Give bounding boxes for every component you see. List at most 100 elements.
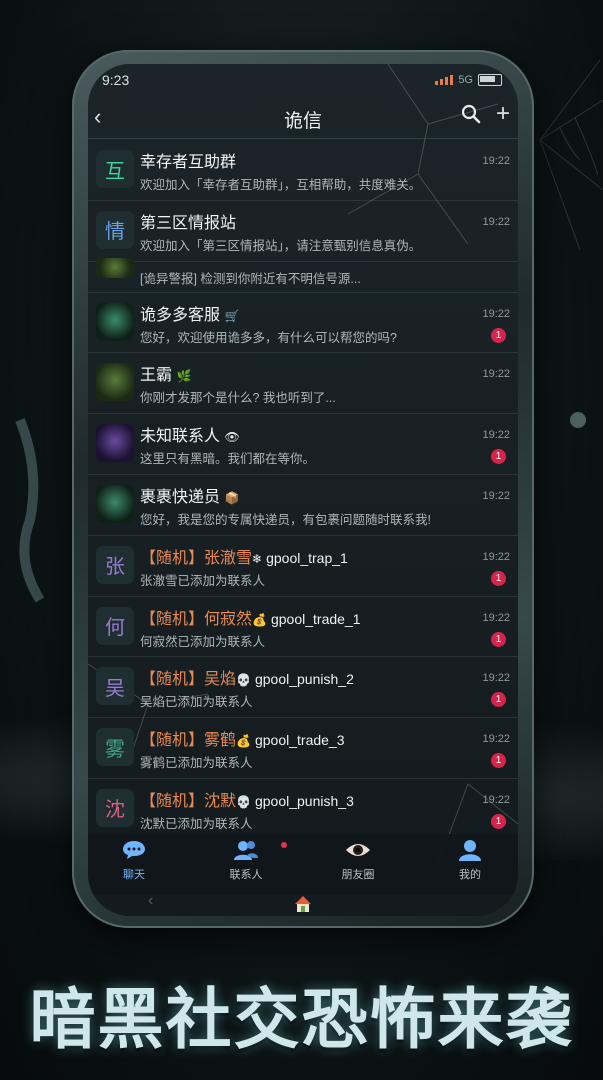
money-bag-icon: 💰	[236, 734, 251, 749]
money-bag-icon: 💰	[252, 612, 267, 627]
chat-name: 【随机】雾鹤💰 gpool_trade_3	[140, 732, 345, 750]
chat-row[interactable]: 沈 【随机】沈默💀 gpool_punish_3 沈默已添加为联系人 19:22 …	[88, 779, 518, 840]
tab-contacts[interactable]: 联系人	[216, 838, 287, 882]
chat-row[interactable]: 张 【随机】张澈雪❄ gpool_trap_1 张澈雪已添加为联系人 19:22 …	[88, 536, 518, 597]
signal-icon	[435, 75, 454, 85]
battery-icon	[478, 74, 502, 86]
avatar	[96, 363, 134, 402]
unread-badge: 1	[491, 327, 506, 343]
chat-name: 【随机】何寂然💰 gpool_trade_1	[140, 610, 361, 628]
chat-preview: 沈默已添加为联系人	[140, 816, 253, 831]
chat-row[interactable]: 吴 【随机】吴焰💀 gpool_punish_2 吴焰已添加为联系人 19:22 …	[88, 657, 518, 719]
avatar: 互	[96, 150, 134, 188]
chat-preview: 您好，欢迎使用诡多多，有什么可以帮您的吗?	[140, 330, 397, 345]
chat-name: 第三区情报站	[140, 214, 237, 232]
chat-name: 王霸 🌿	[140, 367, 192, 385]
page-title: 诡信	[283, 111, 322, 132]
nav-back-icon[interactable]: ‹	[148, 892, 153, 910]
avatar: 雾	[96, 728, 134, 767]
leaf-icon: 🌿	[176, 369, 192, 384]
chat-row[interactable]: 何 【随机】何寂然💰 gpool_trade_1 何寂然已添加为联系人 19:22…	[88, 597, 518, 658]
tab-moments[interactable]: 朋友圈	[328, 838, 388, 882]
network-label: 5G	[458, 74, 473, 86]
search-icon[interactable]	[460, 103, 482, 125]
chat-row[interactable]: 未知联系人 👁 这里只有黑暗。我们都在等你。 19:22 1	[88, 414, 518, 475]
skull-icon: 💀	[236, 673, 251, 688]
chat-time: 19:22	[482, 733, 510, 746]
avatar: 沈	[96, 788, 134, 827]
chat-preview: 欢迎加入「幸存者互助群」，互相帮助，共度难关。	[140, 178, 422, 192]
cart-icon: 🛒	[224, 308, 240, 323]
chat-row[interactable]: 裹裹快递员 📦 您好，我是您的专属快递员，有包裹问题随时联系我! 19:22	[88, 475, 518, 536]
avatar	[96, 257, 134, 278]
unread-badge: 1	[491, 570, 506, 586]
nav-bar: ‹ 诡信 +	[88, 98, 518, 139]
chat-preview: 你刚才发那个是什么? 我也听到了...	[140, 391, 336, 406]
tab-chat[interactable]: 聊天	[104, 838, 164, 882]
chat-time: 19:22	[482, 307, 510, 320]
avatar: 吴	[96, 667, 134, 706]
avatar	[96, 302, 134, 341]
chat-name: 【随机】张澈雪❄ gpool_trap_1	[140, 549, 348, 567]
chat-name: 【随机】沈默💀 gpool_punish_3	[140, 792, 354, 810]
avatar: 张	[96, 545, 134, 584]
skull-icon: 💀	[236, 794, 251, 809]
tab-label: 联系人	[229, 869, 263, 881]
unread-badge: 1	[491, 813, 506, 829]
chat-row[interactable]: 王霸 🌿 你刚才发那个是什么? 我也听到了... 19:22	[88, 353, 518, 415]
chat-time: 19:22	[482, 793, 510, 806]
chat-time: 19:22	[482, 368, 510, 381]
chat-name: 裹裹快递员 📦	[140, 488, 240, 506]
alert-row[interactable]: [诡异警报] 检测到你附近有不明信号源...	[88, 257, 518, 293]
chat-list: 互 幸存者互助群 欢迎加入「幸存者互助群」，互相帮助，共度难关。 19:22 情…	[88, 140, 518, 840]
eye-icon: 👁	[224, 430, 240, 445]
promo-slogan: 暗黑社交恐怖来袭	[29, 980, 574, 1058]
chat-time: 19:22	[482, 215, 510, 228]
tab-bar: 聊天 联系人 朋友圈 我的	[88, 834, 518, 894]
snowflake-icon: ❄	[252, 551, 263, 566]
chat-row[interactable]: 雾 【随机】雾鹤💰 gpool_trade_3 雾鹤已添加为联系人 19:22 1	[88, 718, 518, 779]
avatar	[96, 484, 134, 523]
chat-preview: 何寂然已添加为联系人	[140, 634, 266, 649]
status-time: 9:23	[102, 72, 130, 88]
unread-badge: 1	[491, 449, 506, 465]
chat-preview: 张澈雪已添加为联系人	[140, 573, 266, 588]
chat-time: 19:22	[482, 611, 510, 624]
chat-row[interactable]: 诡多多客服 🛒 您好，欢迎使用诡多多，有什么可以帮您的吗? 19:22 1	[88, 293, 518, 354]
system-nav-bar: ‹	[88, 892, 518, 916]
profile-icon	[459, 840, 481, 861]
chat-bubble-icon	[123, 841, 145, 859]
add-icon[interactable]: +	[496, 100, 510, 128]
tab-label: 我的	[459, 869, 481, 881]
chat-preview: 您好，我是您的专属快递员，有包裹问题随时联系我!	[140, 512, 431, 527]
chat-name: 【随机】吴焰💀 gpool_punish_2	[140, 671, 354, 689]
avatar: 何	[96, 606, 134, 645]
chat-time: 19:22	[482, 672, 510, 685]
chat-time: 19:22	[482, 550, 510, 563]
phone-screen: 9:23 5G ‹ 诡信 + 互 幸存者互助群 欢迎加入「幸存者互助群」，互相帮…	[88, 64, 518, 916]
chat-preview: 吴焰已添加为联系人	[140, 695, 253, 710]
chat-name: 幸存者互助群	[140, 154, 237, 171]
unread-badge: 1	[491, 692, 506, 708]
chat-preview: 这里只有黑暗。我们都在等你。	[140, 452, 316, 467]
chat-name: 诡多多客服 🛒	[140, 306, 240, 324]
unread-badge: 1	[491, 753, 506, 769]
tab-label: 朋友圈	[341, 869, 375, 881]
avatar: 情	[96, 210, 134, 249]
eye-icon	[346, 844, 370, 856]
tab-label: 聊天	[123, 869, 145, 881]
chat-time: 19:22	[482, 489, 510, 502]
chat-row[interactable]: 互 幸存者互助群 欢迎加入「幸存者互助群」，互相帮助，共度难关。 19:22	[88, 140, 518, 201]
chat-row[interactable]: 情 第三区情报站 欢迎加入「第三区情报站」，请注意甄别信息真伪。 19:22	[88, 201, 518, 262]
chat-name: 未知联系人 👁	[140, 428, 240, 446]
chat-preview: 欢迎加入「第三区情报站」，请注意甄别信息真伪。	[140, 238, 422, 253]
tab-profile[interactable]: 我的	[440, 838, 500, 882]
home-icon[interactable]	[293, 894, 313, 914]
chat-time: 19:22	[482, 429, 510, 442]
contacts-icon	[234, 841, 258, 860]
package-icon: 📦	[224, 490, 240, 505]
alert-message: [诡异警报] 检测到你附近有不明信号源...	[140, 271, 361, 286]
chat-preview: 雾鹤已添加为联系人	[140, 756, 253, 771]
notification-dot	[281, 842, 287, 848]
chat-time: 19:22	[482, 155, 510, 167]
